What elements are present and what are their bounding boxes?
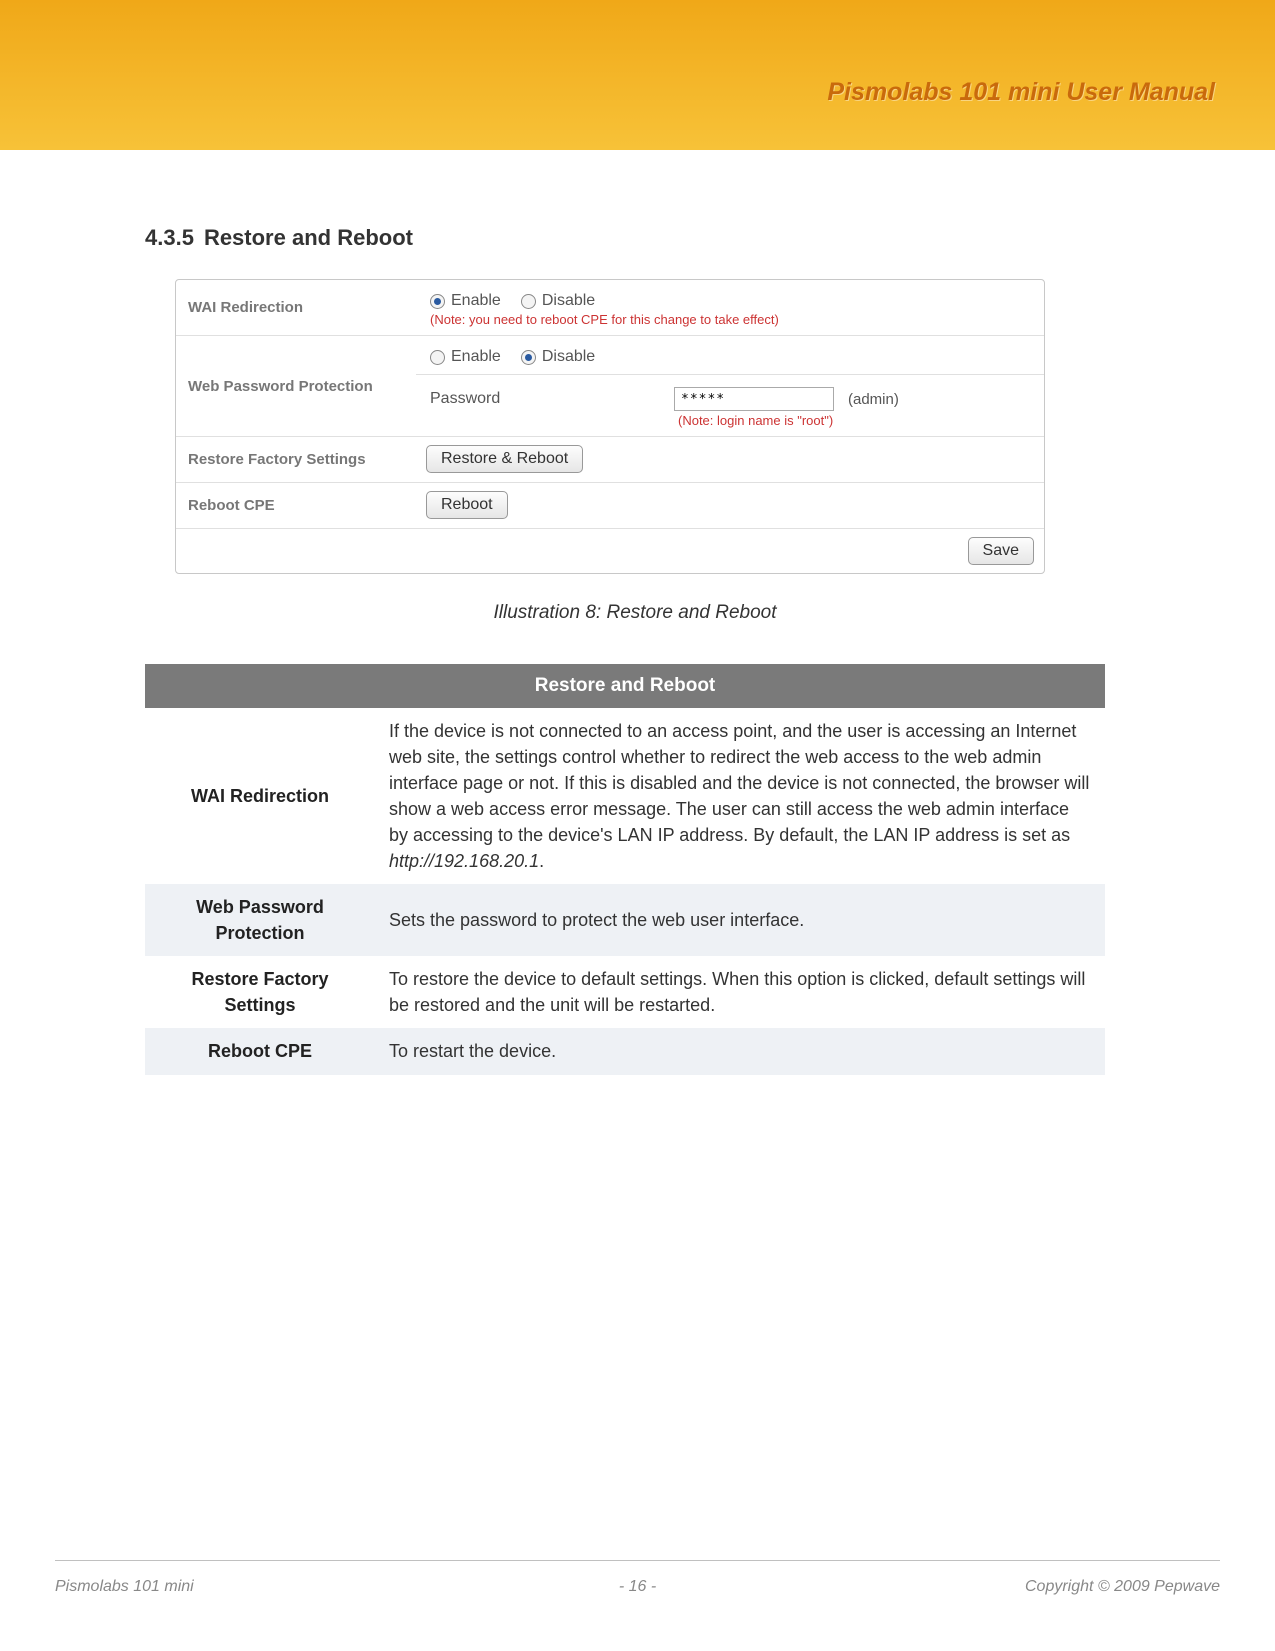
header-title: Pismolabs 101 mini User Manual xyxy=(827,78,1215,107)
table-row: Reboot CPE To restart the device. xyxy=(145,1028,1105,1074)
password-suffix: (admin) xyxy=(848,391,899,408)
radio-wpp-enable[interactable] xyxy=(430,350,445,365)
desc-reboot: To restart the device. xyxy=(375,1028,1105,1074)
save-button[interactable]: Save xyxy=(968,537,1034,565)
password-input[interactable] xyxy=(674,387,834,411)
reboot-button[interactable]: Reboot xyxy=(426,491,508,519)
illustration-caption: Illustration 8: Restore and Reboot xyxy=(145,602,1125,624)
term-wai: WAI Redirection xyxy=(145,708,375,885)
settings-panel: WAI Redirection Enable Disable (Note: yo… xyxy=(175,279,1045,574)
table-row: WAI Redirection If the device is not con… xyxy=(145,708,1105,885)
desc-rfs: To restore the device to default setting… xyxy=(375,956,1105,1028)
footer-center: - 16 - xyxy=(55,1578,1220,1596)
restore-reboot-button[interactable]: Restore & Reboot xyxy=(426,445,583,473)
radio-label-disable: Disable xyxy=(542,348,595,366)
header-band xyxy=(0,0,1275,150)
section-title: Restore and Reboot xyxy=(204,225,413,250)
radio-wpp-disable[interactable] xyxy=(521,350,536,365)
radio-wai-enable[interactable] xyxy=(430,294,445,309)
wai-note: (Note: you need to reboot CPE for this c… xyxy=(426,312,1034,327)
radio-label-disable: Disable xyxy=(542,292,595,310)
desc-wai: If the device is not connected to an acc… xyxy=(375,708,1105,885)
section-heading: 4.3.5 Restore and Reboot xyxy=(145,225,1125,251)
row-label-wai: WAI Redirection xyxy=(176,280,416,335)
footer-divider xyxy=(55,1560,1220,1561)
radio-label-enable: Enable xyxy=(451,348,501,366)
description-table: Restore and Reboot WAI Redirection If th… xyxy=(145,664,1105,1075)
table-row: Restore Factory Settings To restore the … xyxy=(145,956,1105,1028)
term-reboot: Reboot CPE xyxy=(145,1028,375,1074)
desc-wpp: Sets the password to protect the web use… xyxy=(375,884,1105,956)
term-wpp: Web Password Protection xyxy=(145,884,375,956)
section-number: 4.3.5 xyxy=(145,225,194,250)
radio-label-enable: Enable xyxy=(451,292,501,310)
password-label: Password xyxy=(430,390,660,408)
row-label-wpp: Web Password Protection xyxy=(176,336,416,436)
radio-wai-disable[interactable] xyxy=(521,294,536,309)
footer: Pismolabs 101 mini - 16 - Copyright © 20… xyxy=(55,1578,1220,1596)
table-row: Web Password Protection Sets the passwor… xyxy=(145,884,1105,956)
table-band: Restore and Reboot xyxy=(145,664,1105,708)
password-note: (Note: login name is "root") xyxy=(674,413,1034,428)
header-strip xyxy=(0,150,1275,156)
row-label-rfs: Restore Factory Settings xyxy=(176,437,416,482)
term-rfs: Restore Factory Settings xyxy=(145,956,375,1028)
row-label-reboot: Reboot CPE xyxy=(176,483,416,528)
